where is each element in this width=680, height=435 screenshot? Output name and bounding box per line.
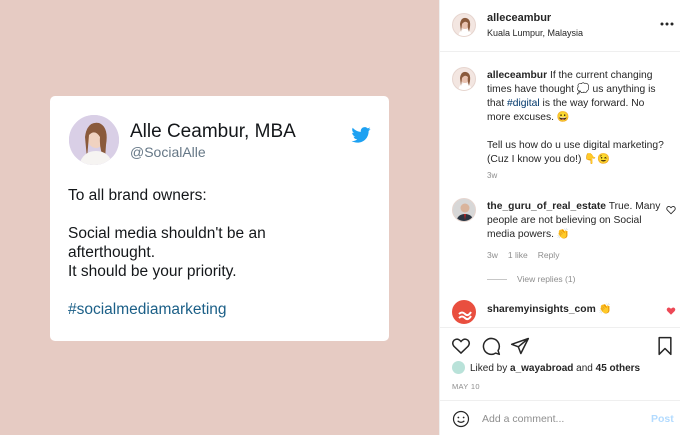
comment-icon[interactable] bbox=[481, 336, 501, 356]
comment-avatar[interactable] bbox=[452, 300, 476, 324]
caption-hashtag[interactable]: #digital bbox=[507, 98, 540, 109]
post-date[interactable]: MAY 10 bbox=[452, 382, 480, 391]
comment-meta: 3w 1 like Reply bbox=[487, 250, 569, 260]
caption-username[interactable]: alleceambur bbox=[487, 70, 547, 81]
liked-by-mid: and bbox=[573, 363, 596, 374]
tweet-line-2: Social media shouldn't be an afterthough… bbox=[68, 225, 266, 280]
post-button[interactable]: Post bbox=[651, 413, 674, 425]
post-image: Alle Ceambur, MBA @SocialAlle To all bra… bbox=[0, 0, 439, 435]
comment-avatar[interactable] bbox=[452, 198, 476, 222]
view-replies[interactable]: View replies (1) bbox=[487, 274, 575, 284]
comment-username[interactable]: sharemyinsights_com bbox=[487, 304, 596, 315]
liked-by-user[interactable]: a_wayabroad bbox=[510, 363, 573, 374]
comment-input[interactable]: Add a comment... bbox=[482, 413, 564, 425]
share-icon[interactable] bbox=[510, 336, 530, 356]
tweet-author-handle: @SocialAlle bbox=[130, 144, 206, 160]
liked-by-prefix: Liked by bbox=[470, 363, 511, 374]
bookmark-icon[interactable] bbox=[655, 336, 675, 356]
tweet-hashtag: #socialmediamarketing bbox=[68, 301, 227, 318]
heart-icon[interactable] bbox=[451, 336, 471, 356]
more-icon[interactable] bbox=[660, 18, 674, 30]
smile-icon[interactable] bbox=[452, 410, 470, 428]
caption: alleceambur If the current changing time… bbox=[487, 69, 667, 167]
comment-username[interactable]: the_guru_of_real_estate bbox=[487, 201, 606, 212]
comment-bar: Add a comment... Post bbox=[440, 400, 680, 435]
heart-icon[interactable] bbox=[666, 306, 676, 316]
caption-time[interactable]: 3w bbox=[487, 171, 497, 180]
comment: the_guru_of_real_estate True. Many peopl… bbox=[487, 200, 662, 242]
comment: sharemyinsights_com 👏 bbox=[487, 302, 611, 315]
action-bar: Liked by a_wayabroad and 45 others MAY 1… bbox=[440, 327, 680, 435]
post-header: alleceambur Kuala Lumpur, Malaysia bbox=[440, 0, 680, 52]
comment-text: 👏 bbox=[595, 304, 612, 315]
comment-reply[interactable]: Reply bbox=[538, 250, 560, 260]
tweet-author-name: Alle Ceambur, MBA bbox=[130, 121, 296, 142]
likes-summary: Liked by a_wayabroad and 45 others bbox=[470, 363, 640, 374]
tweet-card: Alle Ceambur, MBA @SocialAlle To all bra… bbox=[50, 96, 389, 341]
avatar[interactable] bbox=[452, 361, 465, 374]
comment-likes[interactable]: 1 like bbox=[508, 250, 528, 260]
heart-icon[interactable] bbox=[666, 205, 676, 215]
avatar[interactable] bbox=[452, 13, 476, 37]
view-replies-line bbox=[487, 279, 507, 281]
tweet-line-1: To all brand owners: bbox=[68, 187, 207, 204]
view-replies-label[interactable]: View replies (1) bbox=[517, 274, 575, 284]
tweet-avatar bbox=[69, 115, 119, 165]
twitter-icon bbox=[351, 127, 371, 143]
header-username[interactable]: alleceambur bbox=[487, 12, 551, 24]
caption-text-3: Tell us how do u use digital marketing? … bbox=[487, 140, 664, 165]
tweet-body: To all brand owners: Social media should… bbox=[68, 186, 378, 338]
liked-by-others[interactable]: 45 others bbox=[596, 363, 640, 374]
comment-time[interactable]: 3w bbox=[487, 250, 498, 260]
post-panel: alleceambur Kuala Lumpur, Malaysia allec… bbox=[439, 0, 680, 435]
header-location[interactable]: Kuala Lumpur, Malaysia bbox=[487, 28, 583, 38]
caption-avatar[interactable] bbox=[452, 67, 476, 91]
